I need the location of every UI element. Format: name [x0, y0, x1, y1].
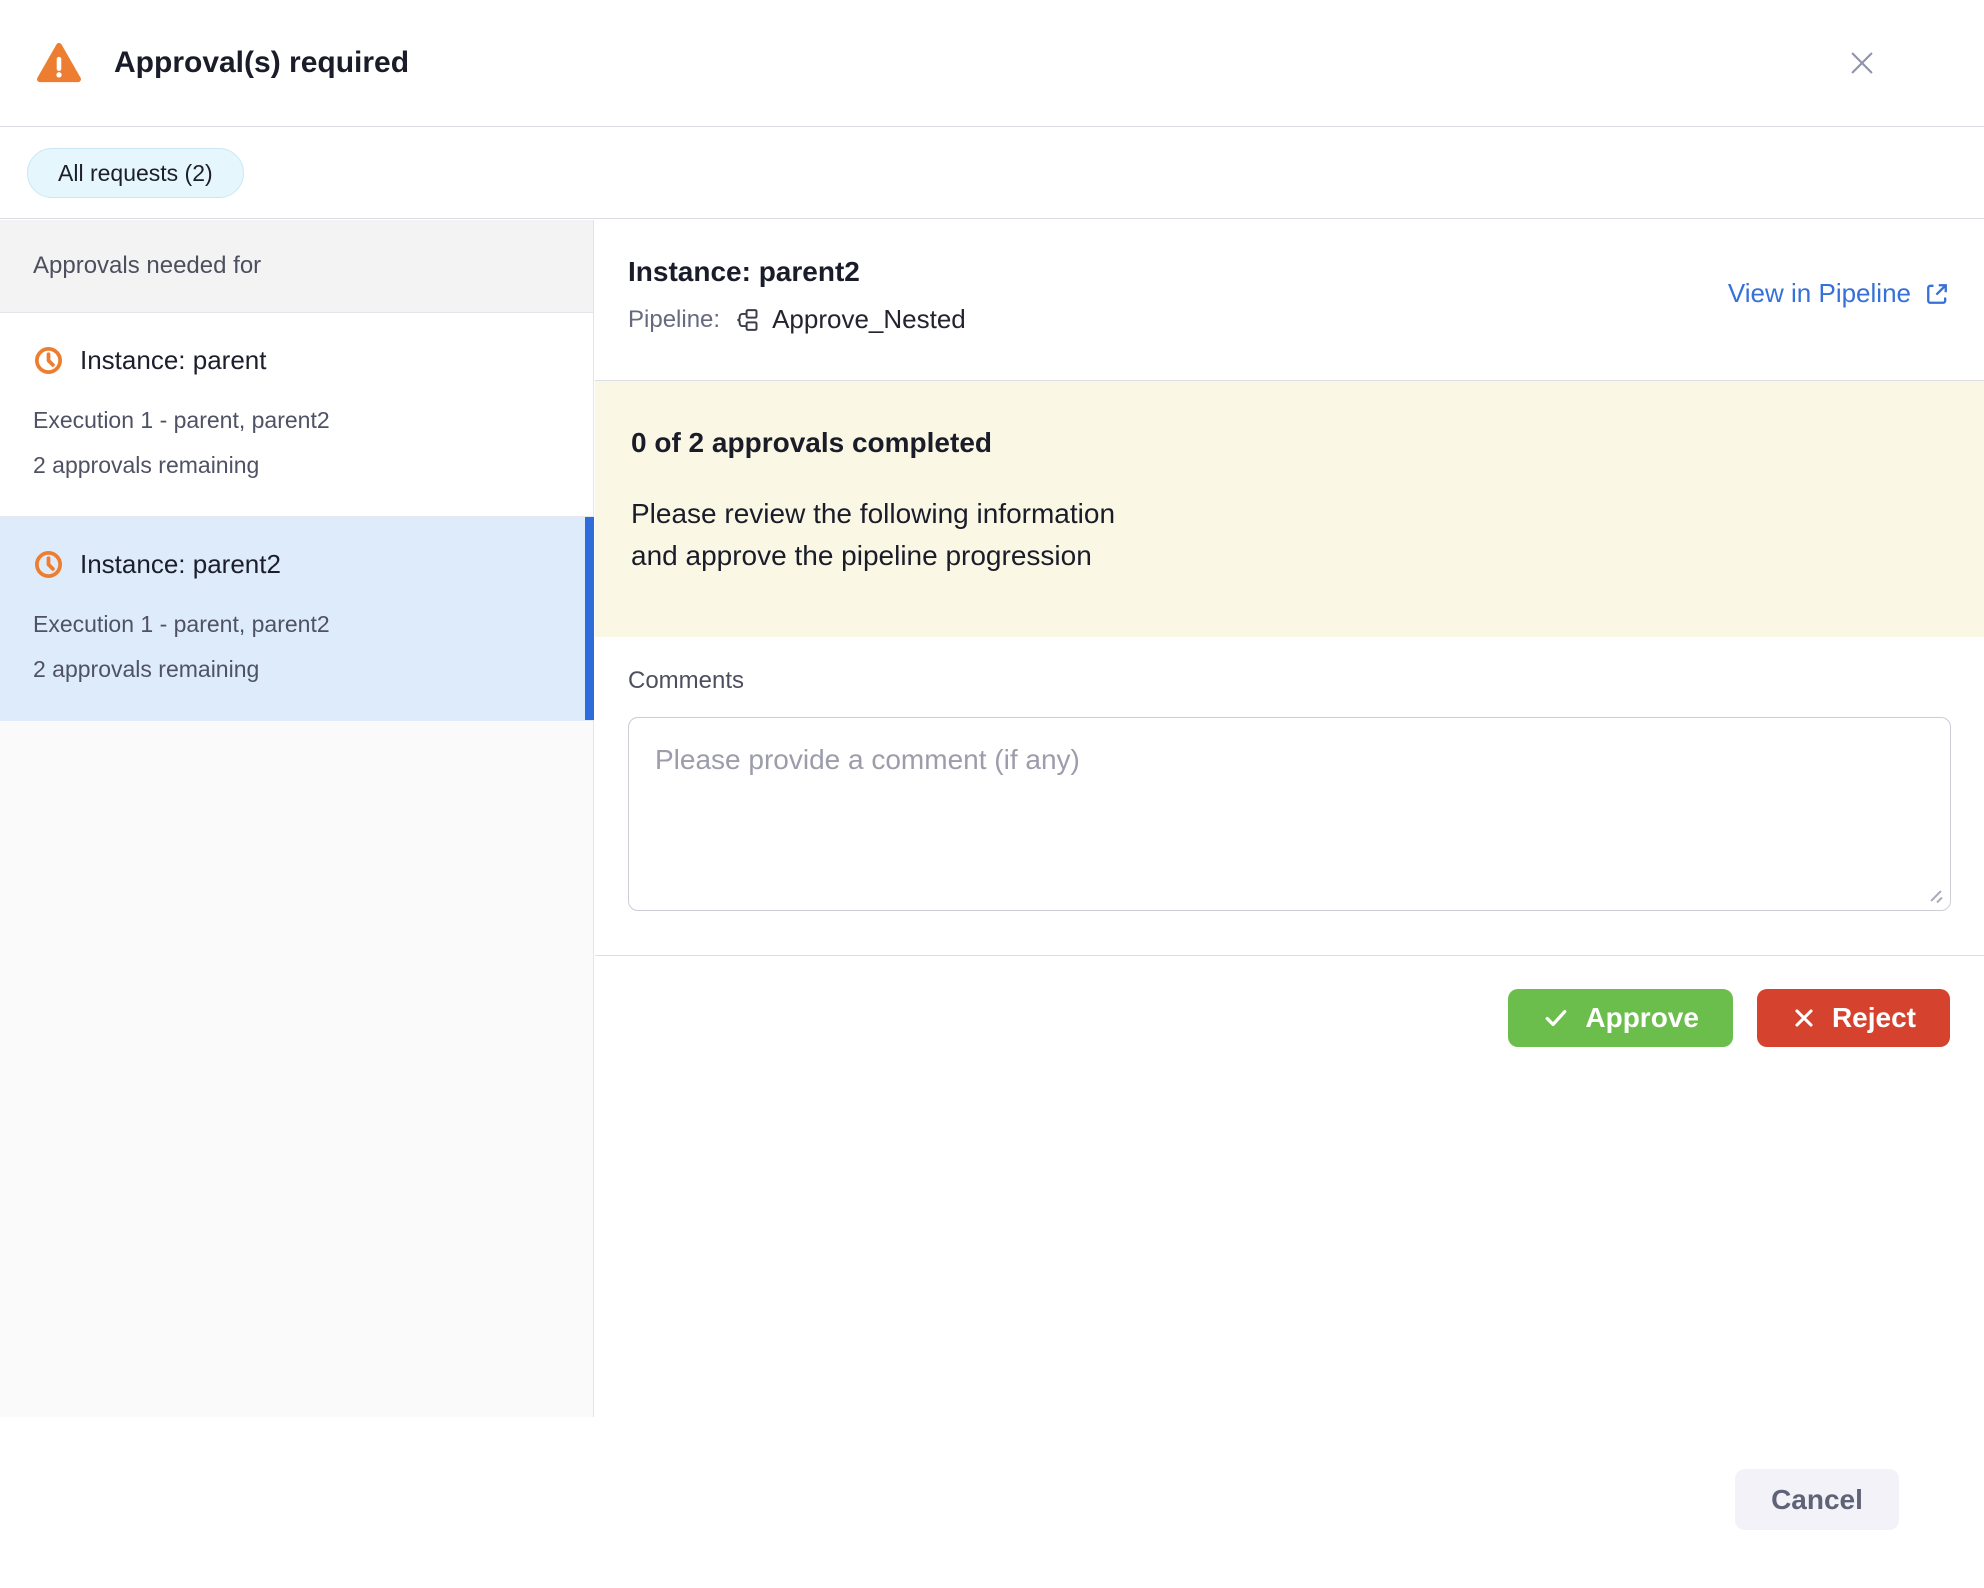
- tab-bar: All requests (2): [0, 128, 1984, 219]
- pending-clock-icon: [33, 549, 64, 580]
- sidebar-header: Approvals needed for: [0, 220, 593, 313]
- modal-header: Approval(s) required: [0, 0, 1984, 127]
- pipeline-label: Pipeline:: [628, 306, 720, 334]
- view-in-pipeline-label: View in Pipeline: [1728, 278, 1911, 309]
- instance-title: Instance: parent2: [628, 256, 966, 288]
- warning-triangle-icon: [36, 42, 82, 84]
- pending-clock-icon: [33, 345, 64, 376]
- request-item-title: Instance: parent2: [80, 549, 281, 580]
- tab-all-requests[interactable]: All requests (2): [27, 148, 244, 198]
- view-in-pipeline-link[interactable]: View in Pipeline: [1728, 278, 1951, 309]
- approval-message-line2: and approve the pipeline progression: [631, 535, 1948, 577]
- modal-title: Approval(s) required: [114, 46, 409, 80]
- approval-detail-pane: Instance: parent2 Pipeline: Approve_Nest…: [595, 220, 1984, 1047]
- request-item-remaining: 2 approvals remaining: [33, 647, 560, 692]
- comments-label: Comments: [628, 667, 1951, 695]
- pipeline-hierarchy-icon: [732, 306, 760, 334]
- request-item-execution: Execution 1 - parent, parent2: [33, 602, 560, 647]
- cancel-button[interactable]: Cancel: [1735, 1469, 1899, 1530]
- approval-request-item-parent2[interactable]: Instance: parent2 Execution 1 - parent, …: [0, 517, 593, 721]
- comments-section: Comments: [595, 637, 1984, 911]
- approval-request-item-parent[interactable]: Instance: parent Execution 1 - parent, p…: [0, 313, 593, 517]
- approval-message-line1: Please review the following information: [631, 493, 1948, 535]
- comment-textarea[interactable]: [628, 717, 1951, 911]
- request-item-title: Instance: parent: [80, 345, 266, 376]
- approve-label: Approve: [1585, 1002, 1699, 1034]
- close-icon: [1846, 47, 1878, 79]
- request-item-execution: Execution 1 - parent, parent2: [33, 398, 560, 443]
- approvals-sidebar: Approvals needed for Instance: parent Ex…: [0, 220, 594, 1417]
- detail-header: Instance: parent2 Pipeline: Approve_Nest…: [595, 220, 1984, 380]
- reject-label: Reject: [1832, 1002, 1916, 1034]
- approval-status-banner: 0 of 2 approvals completed Please review…: [595, 380, 1984, 637]
- reject-button[interactable]: Reject: [1757, 989, 1950, 1047]
- request-item-remaining: 2 approvals remaining: [33, 443, 560, 488]
- action-buttons-row: Approve Reject: [595, 955, 1984, 1047]
- pipeline-name: Approve_Nested: [772, 304, 966, 335]
- x-mark-icon: [1791, 1005, 1817, 1031]
- approvals-completed-count: 0 of 2 approvals completed: [631, 427, 1948, 459]
- checkmark-icon: [1542, 1004, 1570, 1032]
- approve-button[interactable]: Approve: [1508, 989, 1733, 1047]
- external-link-icon: [1923, 280, 1951, 308]
- close-button[interactable]: [1840, 41, 1884, 85]
